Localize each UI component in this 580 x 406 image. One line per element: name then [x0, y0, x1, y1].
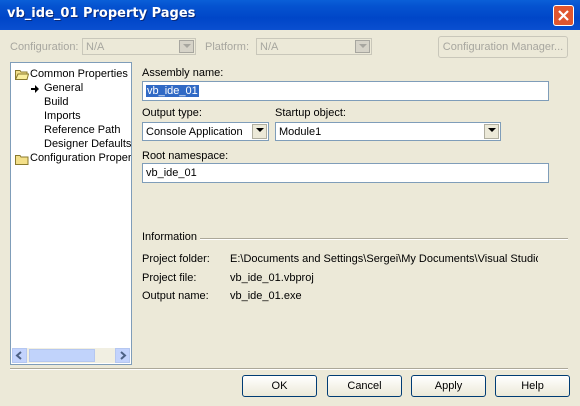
configuration-manager-button[interactable]: Configuration Manager...	[438, 36, 568, 58]
project-folder-label: Project folder:	[142, 253, 210, 265]
scroll-left-button[interactable]	[12, 348, 27, 363]
project-file-label: Project file:	[142, 272, 197, 284]
output-name-value: vb_ide_01.exe	[230, 290, 302, 302]
tree-item-designer-defaults[interactable]: Designer Defaults	[44, 138, 131, 150]
help-button[interactable]: Help	[495, 375, 570, 397]
bottom-divider	[10, 368, 568, 370]
chevron-down-icon	[355, 40, 370, 53]
output-type-value: Console Application	[146, 126, 243, 138]
platform-label: Platform:	[205, 41, 250, 53]
chevron-down-icon	[252, 124, 267, 139]
startup-object-select[interactable]: Module1	[275, 122, 501, 141]
chevron-down-icon	[179, 40, 194, 53]
close-icon	[558, 10, 569, 21]
tree-horizontal-scrollbar[interactable]	[12, 348, 130, 363]
folder-icon	[15, 155, 29, 165]
chevron-left-icon	[15, 351, 22, 360]
chevron-down-icon	[484, 124, 499, 139]
arrow-right-icon	[31, 85, 39, 93]
root-namespace-value: vb_ide_01	[146, 167, 197, 179]
configuration-label: Configuration:	[10, 41, 79, 53]
information-divider	[200, 238, 568, 240]
information-heading: Information	[142, 231, 198, 243]
startup-object-label: Startup object:	[275, 107, 346, 119]
tree-item-general[interactable]: General	[44, 82, 83, 94]
assembly-name-label: Assembly name:	[142, 67, 224, 79]
tree-item-build[interactable]: Build	[44, 96, 68, 108]
assembly-name-value: vb_ide_01	[146, 85, 199, 97]
configuration-select[interactable]: N/A	[82, 38, 196, 55]
output-type-select[interactable]: Console Application	[142, 122, 269, 141]
chevron-right-icon	[120, 351, 127, 360]
startup-object-value: Module1	[279, 126, 322, 138]
folder-open-icon	[15, 70, 29, 80]
scroll-thumb[interactable]	[29, 349, 95, 362]
platform-select[interactable]: N/A	[256, 38, 372, 55]
project-folder-value: E:\Documents and Settings\Sergei\My Docu…	[230, 253, 538, 265]
tree-item-common-properties[interactable]: Common Properties	[30, 68, 128, 80]
tree-item-imports[interactable]: Imports	[44, 110, 81, 122]
close-button[interactable]	[553, 5, 574, 26]
output-type-label: Output type:	[142, 107, 202, 119]
scroll-right-button[interactable]	[115, 348, 130, 363]
assembly-name-input[interactable]: vb_ide_01	[142, 81, 549, 101]
apply-button[interactable]: Apply	[411, 375, 486, 397]
root-namespace-label: Root namespace:	[142, 150, 229, 162]
project-file-value: vb_ide_01.vbproj	[230, 272, 314, 284]
property-tree[interactable]: Common Properties General Build Imports …	[10, 62, 132, 365]
cancel-button[interactable]: Cancel	[327, 375, 402, 397]
tree-item-reference-path[interactable]: Reference Path	[44, 124, 120, 136]
window-title: vb_ide_01 Property Pages	[7, 6, 196, 21]
tree-item-configuration-properties[interactable]: Configuration Properties	[30, 152, 131, 164]
output-name-label: Output name:	[142, 290, 209, 302]
root-namespace-input[interactable]: vb_ide_01	[142, 163, 549, 183]
ok-button[interactable]: OK	[242, 375, 317, 397]
title-bar: vb_ide_01 Property Pages	[0, 0, 580, 30]
platform-value: N/A	[260, 41, 279, 53]
configuration-value: N/A	[86, 41, 105, 53]
